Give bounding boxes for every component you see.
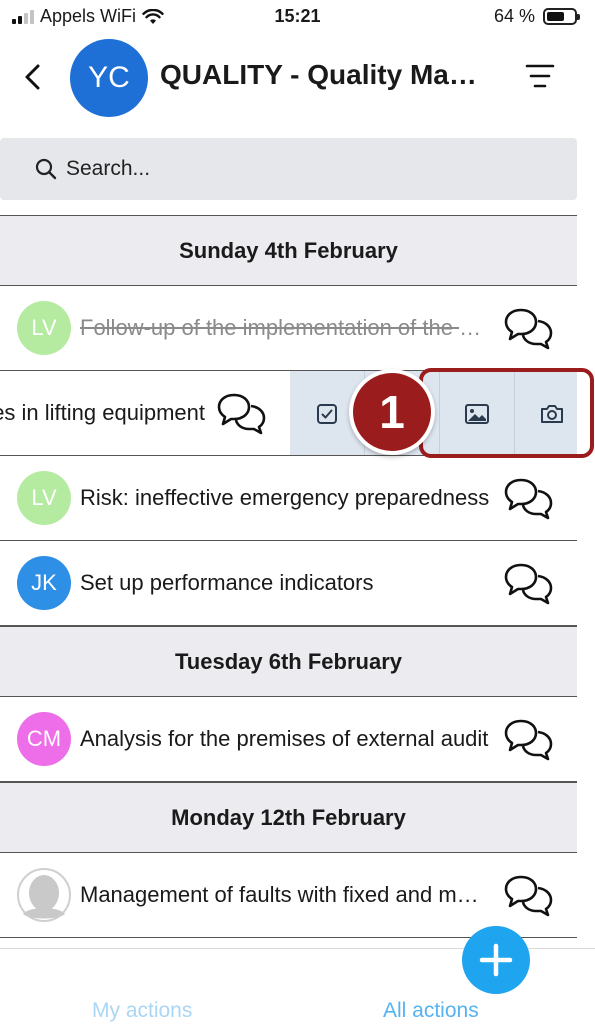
plus-icon [479,943,513,977]
avatar: CM [17,712,71,766]
action-label: Risk: ineffective emergency preparedness [80,485,490,510]
comments-icon[interactable] [503,476,555,520]
comments-icon[interactable] [216,391,268,435]
search-input[interactable]: Search... [66,157,150,181]
avatar-initials: JK [31,570,57,595]
highlight-box [419,368,594,458]
checkbox-icon [317,403,337,424]
comments-icon[interactable] [503,717,555,761]
battery-icon [543,8,580,25]
action-label: Set up performance indicators [80,570,374,595]
top-header: YC QUALITY - Quality Management [0,34,595,124]
tab-all-actions[interactable]: All actions [383,999,479,1023]
comments-icon[interactable] [503,561,555,605]
avatar: LV [17,471,71,525]
action-label: Analysis for the premises of external au… [80,726,489,751]
actions-list: Sunday 4th February LV Follow-up of the … [0,215,577,938]
comments-icon[interactable] [503,306,555,350]
group-avatar-initials: YC [88,61,130,94]
list-item[interactable]: CM Analysis for the premises of external… [0,697,577,782]
battery-info: 64 % [493,6,580,27]
battery-percent: 64 % [493,6,535,26]
user-placeholder-icon [17,868,71,922]
day-header: Monday 12th February [0,782,577,853]
day-header: Tuesday 6th February [0,626,577,697]
battery-level [547,12,564,21]
list-item[interactable]: LV Risk: ineffective emergency preparedn… [0,456,577,541]
search-bar[interactable]: Search... [0,138,577,200]
action-label: Follow-up of the implementation of the a… [80,315,490,340]
avatar-initials: LV [31,315,57,340]
avatar: JK [17,556,71,610]
list-item[interactable]: Management of faults with fixed and mobi… [0,853,577,938]
group-avatar: YC [70,39,148,117]
step-badge: 1 [349,369,435,455]
tab-my-actions[interactable]: My actions [92,999,192,1023]
search-icon [35,158,57,180]
status-bar: Appels WiFi 15:21 64 % [0,0,595,34]
list-item[interactable]: JK Set up performance indicators [0,541,577,626]
avatar: LV [17,301,71,355]
day-header: Sunday 4th February [0,215,577,286]
list-item[interactable]: LV Follow-up of the implementation of th… [0,286,577,371]
avatar-initials: LV [31,485,57,510]
action-label: Management of faults with fixed and mobi… [80,882,490,907]
comments-icon[interactable] [503,873,555,917]
action-label: Anomalies in lifting equipment [0,400,205,425]
back-arrow-icon[interactable] [18,60,48,94]
filter-icon[interactable] [525,62,555,90]
page-title: QUALITY - Quality Management [160,59,485,90]
avatar [17,868,71,922]
add-action-button[interactable] [462,926,530,994]
avatar-initials: CM [26,726,62,751]
